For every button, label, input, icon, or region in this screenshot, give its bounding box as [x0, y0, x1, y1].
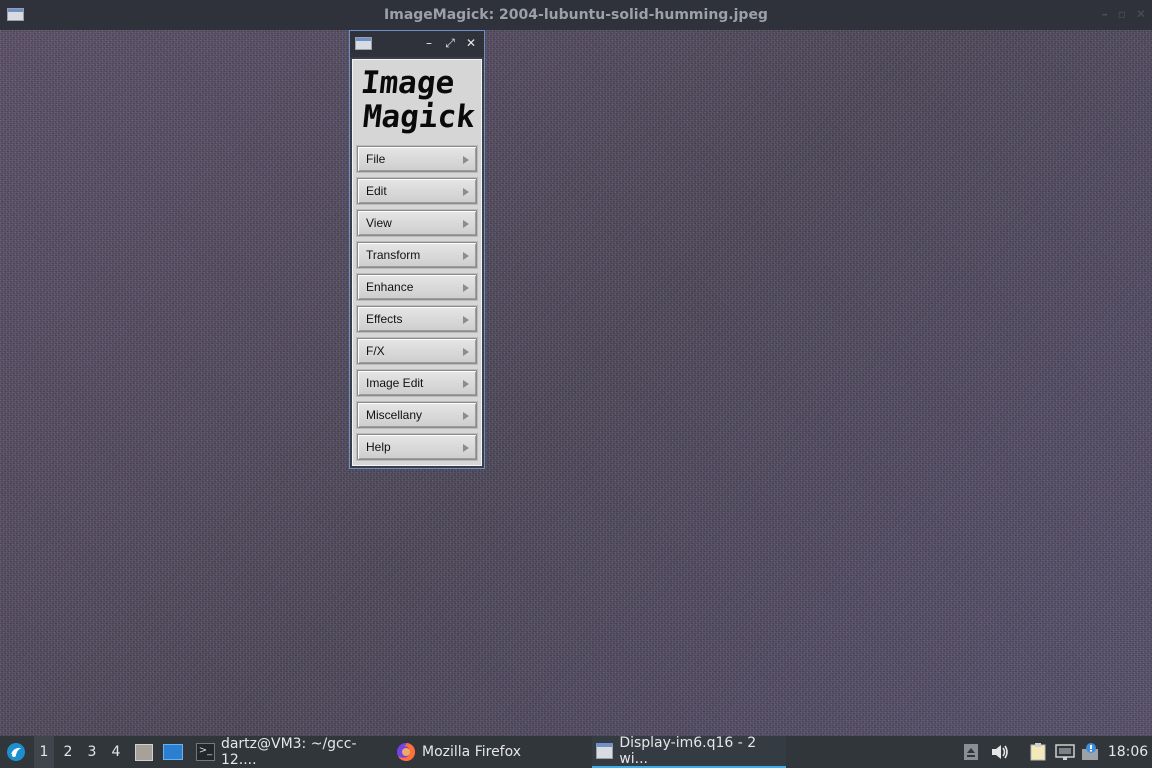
desktop-icon [163, 744, 183, 760]
clock[interactable]: 18:06 [1108, 736, 1148, 768]
main-window-title: ImageMagick: 2004-lubuntu-solid-humming.… [384, 7, 768, 23]
logo-line-1: Image [359, 65, 457, 101]
network-button[interactable] [1054, 736, 1076, 768]
image-canvas[interactable] [0, 30, 1152, 736]
submenu-arrow-icon [463, 380, 469, 388]
logo-line-2: Magick [361, 99, 477, 135]
desktop-3-button[interactable]: 3 [82, 736, 102, 768]
command-window-titlebar[interactable]: – ⤢ ✕ [350, 31, 484, 57]
close-button[interactable]: ✕ [464, 36, 478, 50]
update-notification-icon [1082, 743, 1098, 760]
terminal-icon: >_ [196, 743, 215, 761]
menu-button-label: View [366, 216, 392, 230]
menu-button-transform[interactable]: Transform [357, 242, 477, 268]
task-firefox[interactable]: Mozilla Firefox [392, 736, 588, 768]
menu-button-label: Enhance [366, 280, 414, 294]
main-window-titlebar[interactable]: ImageMagick: 2004-lubuntu-solid-humming.… [0, 0, 1152, 30]
submenu-arrow-icon [463, 188, 469, 196]
file-manager-icon [135, 743, 153, 761]
command-window-body: Image Magick File Edit View Transform En… [352, 59, 482, 466]
clipboard-button[interactable] [1028, 736, 1048, 768]
menu-button-label: Image Edit [366, 376, 424, 390]
submenu-arrow-icon [463, 348, 469, 356]
menu-button-miscellany[interactable]: Miscellany [357, 402, 477, 428]
imagemagick-logo: Image Magick [359, 64, 477, 138]
menu-button-label: F/X [366, 344, 385, 358]
task-terminal[interactable]: >_ dartz@VM3: ~/gcc-12.... [192, 736, 386, 768]
lubuntu-logo-icon [7, 743, 25, 761]
file-manager-launcher[interactable] [134, 736, 154, 768]
menu-button-file[interactable]: File [357, 146, 477, 172]
clipboard-icon [1030, 743, 1046, 761]
taskbar: 1 2 3 4 >_ dartz@VM3: ~/gcc-12.... Mozil… [0, 735, 1152, 768]
desktop-1-button[interactable]: 1 [34, 736, 54, 768]
menu-button-image-edit[interactable]: Image Edit [357, 370, 477, 396]
submenu-arrow-icon [463, 444, 469, 452]
window-icon [596, 743, 614, 759]
menu-button-label: Effects [366, 312, 403, 326]
menu-button-effects[interactable]: Effects [357, 306, 477, 332]
notification-button[interactable] [1080, 736, 1102, 768]
submenu-arrow-icon [463, 156, 469, 164]
submenu-arrow-icon [463, 252, 469, 260]
firefox-icon [397, 742, 416, 761]
maximize-button[interactable]: ⤢ [443, 36, 457, 50]
minimize-button[interactable]: – [1102, 7, 1108, 21]
menu-button-view[interactable]: View [357, 210, 477, 236]
menu-button-label: Transform [366, 248, 421, 262]
menu-button-label: Help [366, 440, 391, 454]
task-label: Mozilla Firefox [422, 744, 522, 760]
desktop-4-button[interactable]: 4 [106, 736, 126, 768]
show-desktop-button[interactable] [162, 736, 184, 768]
menu-button-help[interactable]: Help [357, 434, 477, 460]
network-icon [1055, 744, 1075, 760]
eject-icon [964, 744, 978, 760]
start-menu-button[interactable] [4, 736, 28, 768]
volume-icon [992, 745, 1008, 759]
task-display-im6[interactable]: Display-im6.q16 - 2 wi... [592, 735, 786, 768]
submenu-arrow-icon [463, 412, 469, 420]
close-button[interactable]: ✕ [1136, 7, 1146, 21]
menu-button-label: Miscellany [366, 408, 423, 422]
menu-button-enhance[interactable]: Enhance [357, 274, 477, 300]
submenu-arrow-icon [463, 316, 469, 324]
imagemagick-command-window: – ⤢ ✕ Image Magick File Edit View Transf… [349, 30, 485, 469]
task-label: dartz@VM3: ~/gcc-12.... [220, 736, 357, 768]
submenu-arrow-icon [463, 284, 469, 292]
desktop-2-button[interactable]: 2 [58, 736, 78, 768]
menu-button-label: Edit [366, 184, 387, 198]
menu-button-fx[interactable]: F/X [357, 338, 477, 364]
submenu-arrow-icon [463, 220, 469, 228]
menu-button-label: File [366, 152, 386, 166]
maximize-button[interactable]: ▫ [1118, 7, 1126, 21]
window-menu-icon[interactable] [7, 8, 24, 21]
minimize-button[interactable]: – [422, 36, 436, 50]
volume-button[interactable] [990, 736, 1010, 768]
tray-expand-button[interactable] [962, 736, 980, 768]
menu-button-edit[interactable]: Edit [357, 178, 477, 204]
task-label: Display-im6.q16 - 2 wi... [619, 735, 757, 767]
window-menu-icon[interactable] [355, 37, 372, 50]
